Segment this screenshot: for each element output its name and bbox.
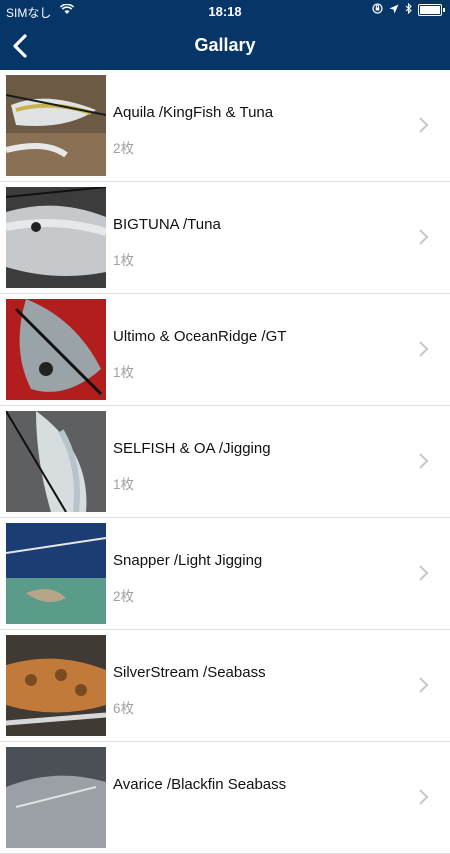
gallery-item[interactable]: Snapper /Light Jigging 2枚 — [0, 518, 450, 630]
gallery-thumbnail — [6, 299, 106, 400]
gallery-item-title: SELFISH & OA /Jigging — [113, 440, 271, 457]
gallery-item[interactable]: Ultimo & OceanRidge /GT 1枚 — [0, 294, 450, 406]
gallery-item-title: Avarice /Blackfin Seabass — [113, 776, 287, 793]
gallery-item[interactable]: Aquila /KingFish & Tuna 2枚 — [0, 70, 450, 182]
chevron-right-icon — [417, 676, 429, 699]
chevron-right-icon — [417, 228, 429, 251]
navigation-bar: Gallary — [0, 22, 450, 70]
orientation-lock-icon — [372, 3, 383, 17]
chevron-right-icon — [417, 116, 429, 139]
chevron-right-icon — [417, 340, 429, 363]
gallery-item[interactable]: SELFISH & OA /Jigging 1枚 — [0, 406, 450, 518]
gallery-thumbnail — [6, 75, 106, 176]
chevron-right-icon — [417, 564, 429, 587]
gallery-item-count: 1枚 — [113, 477, 135, 492]
gallery-item-count: 2枚 — [113, 141, 135, 156]
status-icons — [372, 2, 445, 17]
gallery-item-count: 1枚 — [113, 365, 135, 380]
status-bar: SIMなし 18:18 — [0, 0, 450, 22]
gallery-thumbnail — [6, 411, 106, 512]
gallery-item-title: Snapper /Light Jigging — [113, 552, 263, 569]
gallery-item-title: Aquila /KingFish & Tuna — [113, 104, 274, 121]
gallery-item-count: 6枚 — [113, 701, 135, 716]
gallery-item-count: 1枚 — [113, 253, 135, 268]
gallery-thumbnail — [6, 635, 106, 736]
battery-icon — [418, 4, 445, 16]
location-icon — [389, 3, 399, 17]
gallery-thumbnail — [6, 187, 106, 288]
gallery-item-count: 2枚 — [113, 589, 135, 604]
chevron-right-icon — [417, 452, 429, 475]
gallery-thumbnail — [6, 523, 106, 624]
gallery-thumbnail — [6, 747, 106, 848]
gallery-item-title: Ultimo & OceanRidge /GT — [113, 328, 287, 345]
gallery-list: Aquila /KingFish & Tuna 2枚 BIGTUNA /Tuna… — [0, 70, 450, 854]
bluetooth-icon — [405, 2, 412, 17]
gallery-item[interactable]: SilverStream /Seabass 6枚 — [0, 630, 450, 742]
page-title: Gallary — [194, 35, 256, 55]
gallery-item[interactable]: BIGTUNA /Tuna 1枚 — [0, 182, 450, 294]
gallery-item-title: SilverStream /Seabass — [113, 664, 266, 681]
gallery-item-title: BIGTUNA /Tuna — [113, 216, 221, 233]
gallery-item[interactable]: Avarice /Blackfin Seabass — [0, 742, 450, 854]
